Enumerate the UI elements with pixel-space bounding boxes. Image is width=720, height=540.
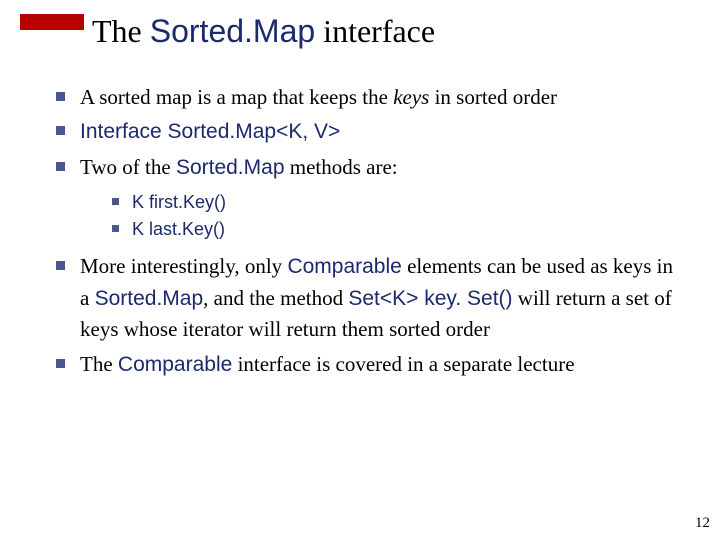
b1-t2: in sorted order [429, 85, 557, 109]
title-pre: The [92, 13, 150, 49]
slide: The Sorted.Map interface A sorted map is… [0, 0, 720, 540]
b3-t1: Two of the [80, 155, 176, 179]
b5-t1: The [80, 352, 118, 376]
b4-c3: Set<K> key. Set() [348, 287, 512, 310]
bullet-2: Interface Sorted.Map<K, V> [52, 116, 680, 147]
b1-t1: A sorted map is a map that keeps the [80, 85, 393, 109]
b5-t2: interface is covered in a separate lectu… [232, 352, 574, 376]
bullet-1: A sorted map is a map that keeps the key… [52, 82, 680, 112]
bullet-3: Two of the Sorted.Map methods are: K fir… [52, 152, 680, 243]
b3-code: Sorted.Map [176, 156, 285, 179]
sub-bullet-1: K first.Key() [110, 189, 680, 216]
b2-code: Interface Sorted.Map<K, V> [80, 120, 340, 143]
b4-c2: Sorted.Map [95, 287, 204, 310]
bullet-list: A sorted map is a map that keeps the key… [52, 82, 680, 380]
title-post: interface [315, 13, 435, 49]
title-accent-bar [20, 14, 84, 30]
b3-t2: methods are: [285, 155, 398, 179]
title-code: Sorted.Map [150, 13, 315, 49]
b5-c1: Comparable [118, 353, 232, 376]
b4-c1: Comparable [287, 255, 401, 278]
bullet-4: More interestingly, only Comparable elem… [52, 251, 680, 344]
title-area: The Sorted.Map interface [20, 14, 435, 49]
slide-body: A sorted map is a map that keeps the key… [52, 82, 680, 384]
b1-em: keys [393, 85, 429, 109]
bullet-5: The Comparable interface is covered in a… [52, 349, 680, 380]
b4-t3: , and the method [203, 286, 348, 310]
b4-t1: More interestingly, only [80, 254, 287, 278]
page-number: 12 [695, 515, 710, 532]
sub-bullet-2: K last.Key() [110, 216, 680, 243]
sub-bullet-list: K first.Key() K last.Key() [110, 189, 680, 243]
slide-title: The Sorted.Map interface [92, 14, 435, 49]
